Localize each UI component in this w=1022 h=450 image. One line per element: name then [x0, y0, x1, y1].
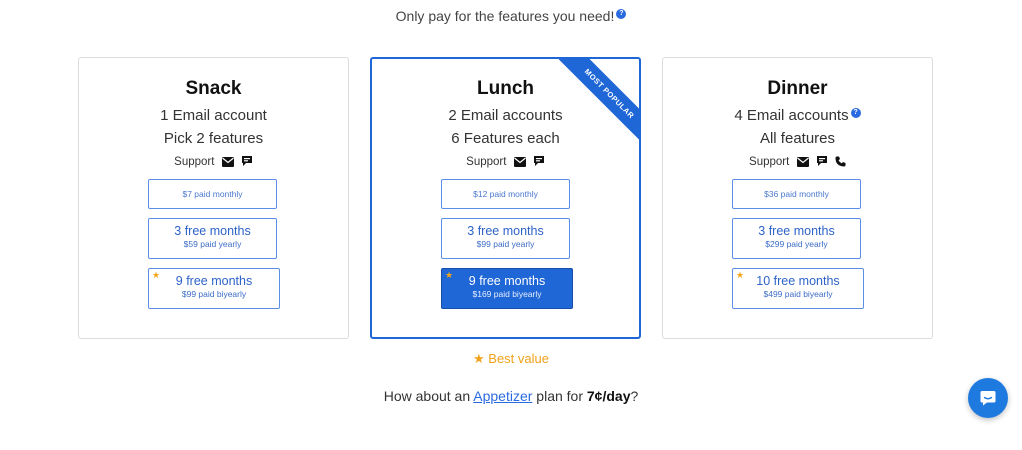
plan-accounts: 1 Email account: [160, 107, 267, 124]
chat-bubble-icon: [241, 155, 253, 170]
plan-name: Dinner: [767, 78, 828, 99]
option-label: 10 free months: [756, 274, 840, 288]
plan-support: Support: [372, 155, 639, 170]
star-icon: ★: [445, 270, 454, 280]
plan-support: Support: [79, 155, 348, 170]
option-price: $99 paid yearly: [476, 239, 535, 249]
option-label: $12 paid monthly: [473, 189, 538, 199]
phone-icon: [835, 156, 846, 170]
option-price: $59 paid yearly: [183, 239, 242, 249]
option-label: 3 free months: [467, 224, 544, 238]
option-price: $99 paid biyearly: [181, 289, 247, 299]
plan-accounts: 2 Email accounts: [448, 107, 563, 124]
option-yearly[interactable]: 3 free months $99 paid yearly: [441, 218, 570, 259]
tagline-text: Only pay for the features you need!: [395, 8, 615, 24]
plan-features: 6 Features each: [451, 130, 560, 147]
option-label: 3 free months: [758, 224, 835, 238]
best-value-label: Best value: [488, 351, 549, 366]
appetizer-prompt: How about an Appetizer plan for 7¢/day?: [0, 388, 1022, 404]
appetizer-link[interactable]: Appetizer: [473, 388, 532, 404]
chat-bubble-icon: [533, 155, 545, 170]
option-biyearly-selected[interactable]: ★ 9 free months $169 paid biyearly: [441, 268, 573, 309]
plan-accounts: 4 Email accounts?: [663, 107, 932, 124]
plan-name: Snack: [185, 78, 242, 99]
option-monthly[interactable]: $36 paid monthly: [732, 179, 861, 209]
best-value-note: ★ Best value: [0, 351, 1022, 367]
option-biyearly[interactable]: ★ 9 free months $99 paid biyearly: [148, 268, 280, 309]
star-icon: ★: [152, 270, 161, 280]
option-label: 9 free months: [468, 274, 546, 288]
plan-support: Support: [663, 155, 932, 170]
help-icon[interactable]: ?: [850, 108, 861, 118]
option-monthly[interactable]: $7 paid monthly: [148, 179, 277, 209]
option-yearly[interactable]: 3 free months $59 paid yearly: [148, 218, 277, 259]
help-icon[interactable]: ?: [616, 9, 627, 19]
chat-launcher-button[interactable]: [968, 378, 1008, 418]
appetizer-suffix: ?: [630, 388, 639, 404]
option-label: 9 free months: [175, 274, 253, 288]
support-label: Support: [749, 156, 790, 168]
plan-card-dinner: Dinner 4 Email accounts? All features Su…: [662, 57, 933, 339]
star-icon: ★: [473, 351, 485, 366]
option-price: $299 paid yearly: [765, 239, 828, 249]
option-price: $169 paid biyearly: [472, 289, 542, 299]
tagline: Only pay for the features you need!?: [0, 8, 1022, 24]
option-monthly[interactable]: $12 paid monthly: [441, 179, 570, 209]
envelope-icon: [221, 157, 234, 170]
option-label: 3 free months: [174, 224, 251, 238]
plan-card-lunch: MOST POPULAR Lunch 2 Email accounts 6 Fe…: [370, 57, 641, 339]
chat-bubble-icon: [816, 155, 828, 170]
plan-name: Lunch: [477, 78, 534, 99]
option-price: $499 paid biyearly: [763, 289, 833, 299]
plan-features: All features: [759, 130, 836, 147]
star-icon: ★: [736, 270, 745, 280]
option-label: $36 paid monthly: [764, 189, 829, 199]
envelope-icon: [513, 157, 526, 170]
appetizer-prefix: How about an: [383, 388, 471, 404]
support-label: Support: [174, 156, 215, 168]
option-label: $7 paid monthly: [182, 189, 243, 199]
appetizer-price: 7¢/day: [586, 388, 631, 404]
support-label: Support: [466, 156, 507, 168]
appetizer-middle: plan for: [536, 388, 583, 404]
option-biyearly[interactable]: ★ 10 free months $499 paid biyearly: [732, 268, 864, 309]
envelope-icon: [796, 157, 809, 170]
plan-card-snack: Snack 1 Email account Pick 2 features Su…: [78, 57, 349, 339]
option-yearly[interactable]: 3 free months $299 paid yearly: [732, 218, 861, 259]
plan-accounts-text: 4 Email accounts: [734, 107, 849, 124]
plan-features: Pick 2 features: [163, 130, 264, 147]
